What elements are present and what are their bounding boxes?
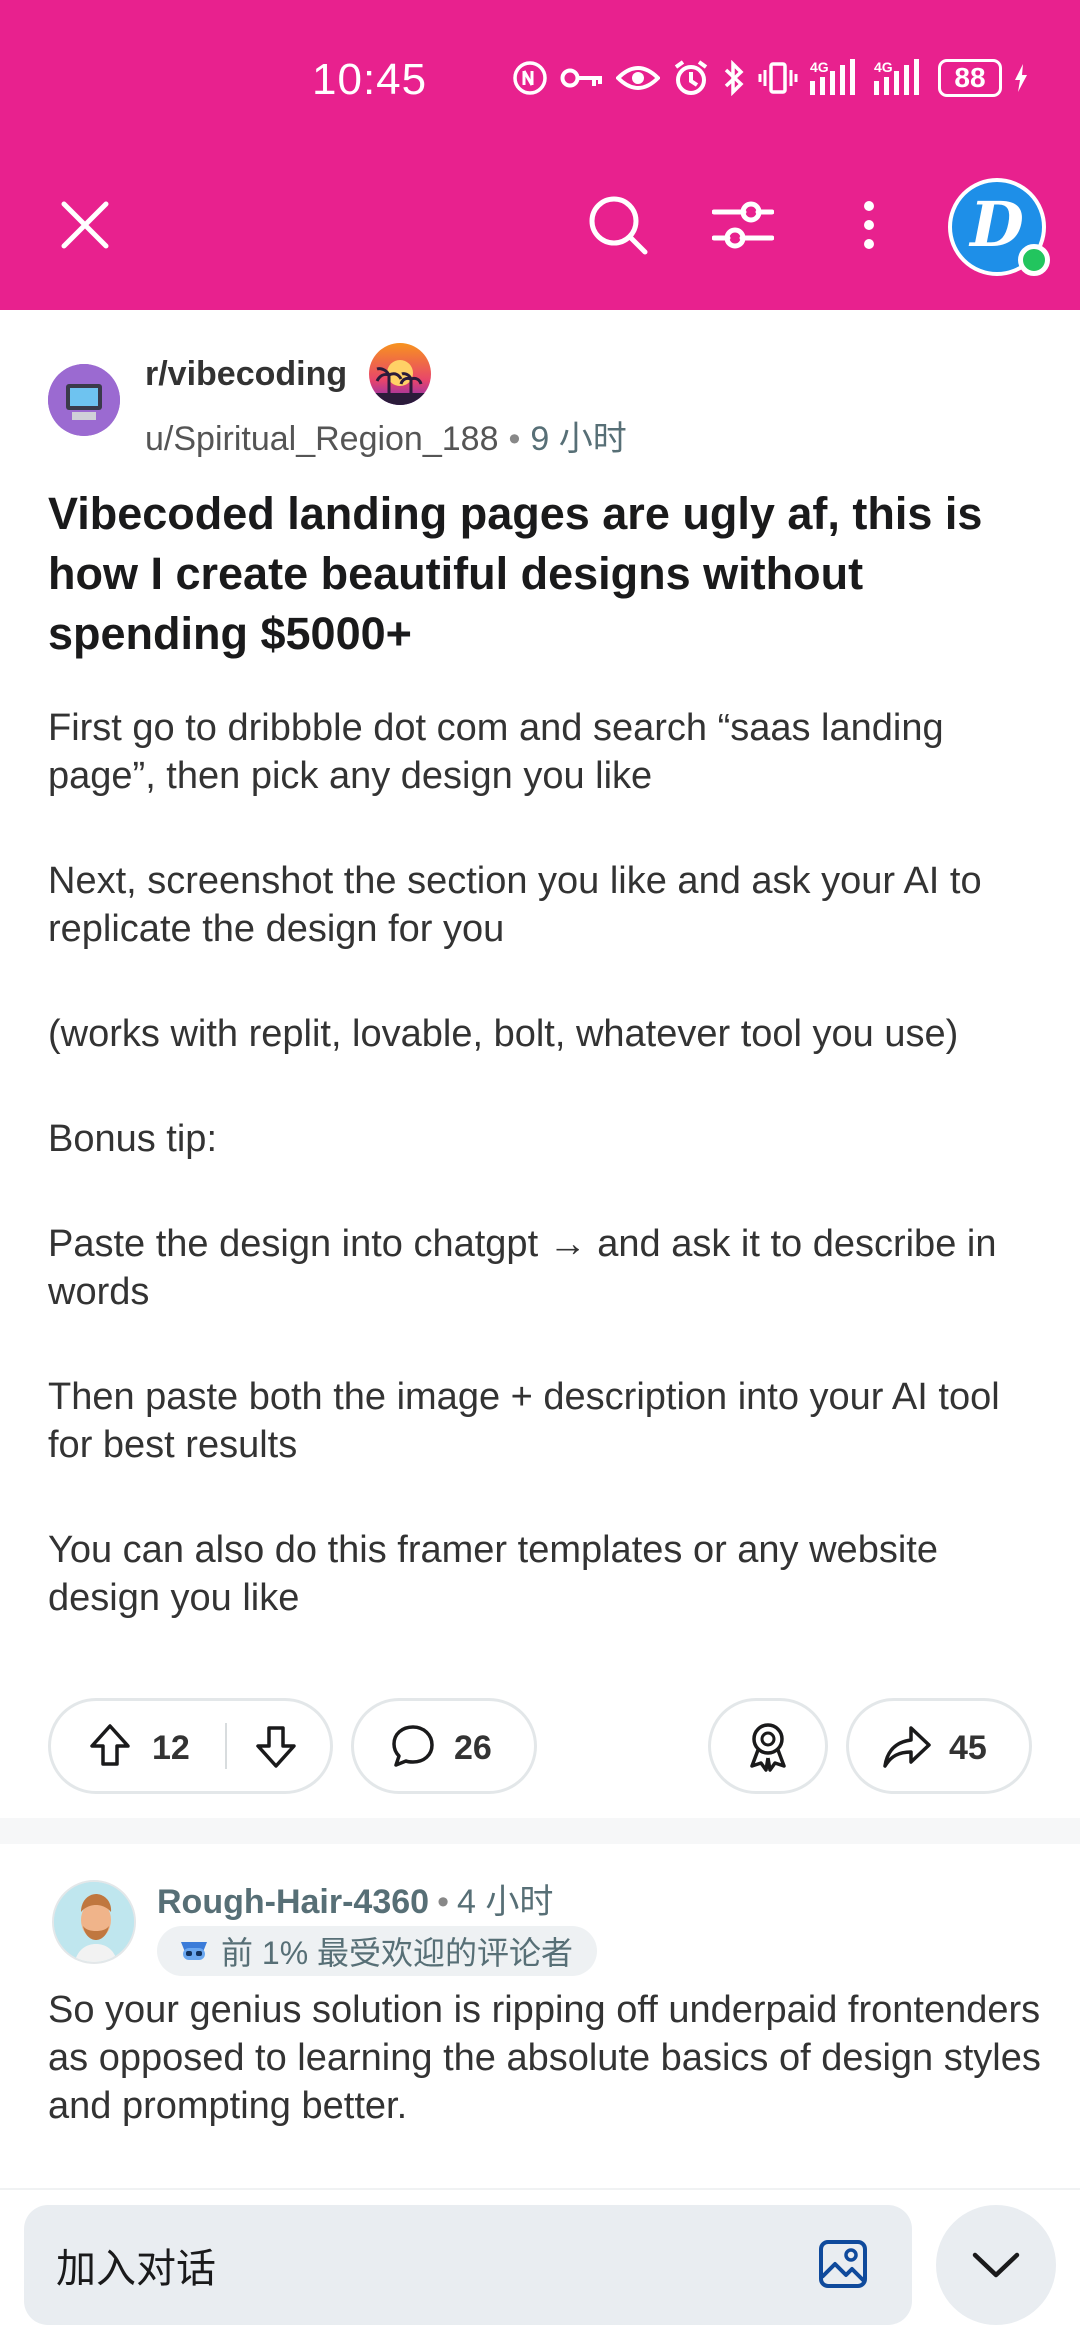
post-paragraph: First go to dribbble dot com and search … (48, 707, 944, 797)
commenter-flair: 前 1% 最受欢迎的评论者 (157, 1926, 598, 1976)
battery-indicator: 88 (938, 59, 1002, 97)
charging-icon (1015, 64, 1027, 92)
meta-separator: • (437, 1883, 449, 1921)
comment-body: So your genius solution is ripping off u… (48, 1989, 1041, 2127)
filter-icon (712, 201, 774, 249)
community-badge (369, 343, 431, 405)
post-title: Vibecoded landing pages are ugly af, thi… (48, 488, 983, 659)
status-icons: 4G 4G 88 (512, 56, 1028, 100)
bottom-divider (0, 2188, 1080, 2190)
community-name[interactable]: r/vibecoding (145, 355, 347, 394)
community-avatar[interactable] (48, 364, 120, 436)
nfc-icon (513, 61, 547, 95)
award-button[interactable] (708, 1698, 828, 1794)
comment-age: 4 小时 (456, 1883, 554, 1921)
composer-placeholder: 加入对话 (56, 2247, 216, 2291)
computer-icon (48, 364, 120, 436)
status-time: 10:45 (312, 55, 428, 104)
upvote-count: 12 (152, 1729, 190, 1767)
meta-separator: • (508, 420, 521, 458)
award-icon (750, 1723, 786, 1772)
vibrate-icon (758, 62, 798, 94)
share-button[interactable]: 45 (846, 1698, 1032, 1794)
post-paragraph: (works with replit, lovable, bolt, whate… (48, 1013, 959, 1055)
commenter-avatar[interactable] (52, 1880, 136, 1964)
palm-sunset-icon (369, 360, 431, 405)
svg-text:4G: 4G (810, 59, 829, 75)
post-paragraph: Bonus tip: (48, 1118, 217, 1160)
post-age: 9 小时 (530, 420, 627, 458)
bluetooth-icon (724, 60, 744, 96)
more-options-button[interactable] (834, 190, 904, 260)
section-divider (0, 1818, 1080, 1844)
flair-text: 前 1% 最受欢迎的评论者 (221, 1935, 574, 1971)
post-paragraph: Paste the design into chatgpt → and ask … (48, 1223, 997, 1313)
post-meta: u/Spiritual_Region_188 • 9 小时 (145, 411, 627, 460)
filter-button[interactable] (708, 190, 778, 260)
upvote-icon[interactable] (85, 1721, 135, 1771)
comment-count: 26 (454, 1729, 492, 1767)
comments-button[interactable]: 26 (351, 1698, 537, 1794)
more-vertical-icon (864, 201, 874, 249)
search-icon (589, 196, 648, 255)
post-paragraph: Then paste both the image + description … (48, 1376, 1000, 1466)
alarm-icon (674, 60, 708, 95)
share-count: 45 (949, 1729, 987, 1767)
search-button[interactable] (583, 190, 653, 260)
top-commenter-icon (181, 1942, 207, 1960)
eye-icon (616, 66, 660, 90)
chevron-down-icon (972, 2252, 1020, 2278)
post-paragraph: You can also do this framer templates or… (48, 1529, 938, 1619)
app-header: 10:45 4G 4G 88 D (0, 0, 1080, 310)
comment-author[interactable]: Rough-Hair-4360 (157, 1883, 429, 1921)
vote-control: 12 (48, 1698, 333, 1794)
post-body: First go to dribbble dot com and search … (48, 704, 1048, 1679)
post-author[interactable]: u/Spiritual_Region_188 (145, 420, 498, 458)
key-icon (560, 68, 602, 88)
collapse-button[interactable] (936, 2205, 1056, 2325)
image-upload-icon[interactable] (818, 2239, 868, 2289)
downvote-icon[interactable] (251, 1721, 301, 1771)
person-avatar-icon (54, 1882, 134, 1962)
svg-text:4G: 4G (874, 59, 893, 75)
battery-level: 88 (954, 62, 986, 93)
close-button[interactable] (50, 190, 120, 260)
avatar-letter: D (970, 187, 1024, 261)
vote-divider (225, 1723, 227, 1769)
online-status-indicator (1018, 244, 1050, 276)
share-icon (883, 1726, 931, 1768)
signal-4g-icon: 4G (874, 59, 919, 95)
signal-4g-icon: 4G (810, 59, 855, 95)
comment-icon (392, 1725, 434, 1767)
post-paragraph: Next, screenshot the section you like an… (48, 860, 982, 950)
close-icon (61, 201, 109, 249)
join-conversation-input[interactable]: 加入对话 (24, 2205, 912, 2325)
comment-meta: Rough-Hair-4360 • 4 小时 (157, 1874, 553, 1923)
